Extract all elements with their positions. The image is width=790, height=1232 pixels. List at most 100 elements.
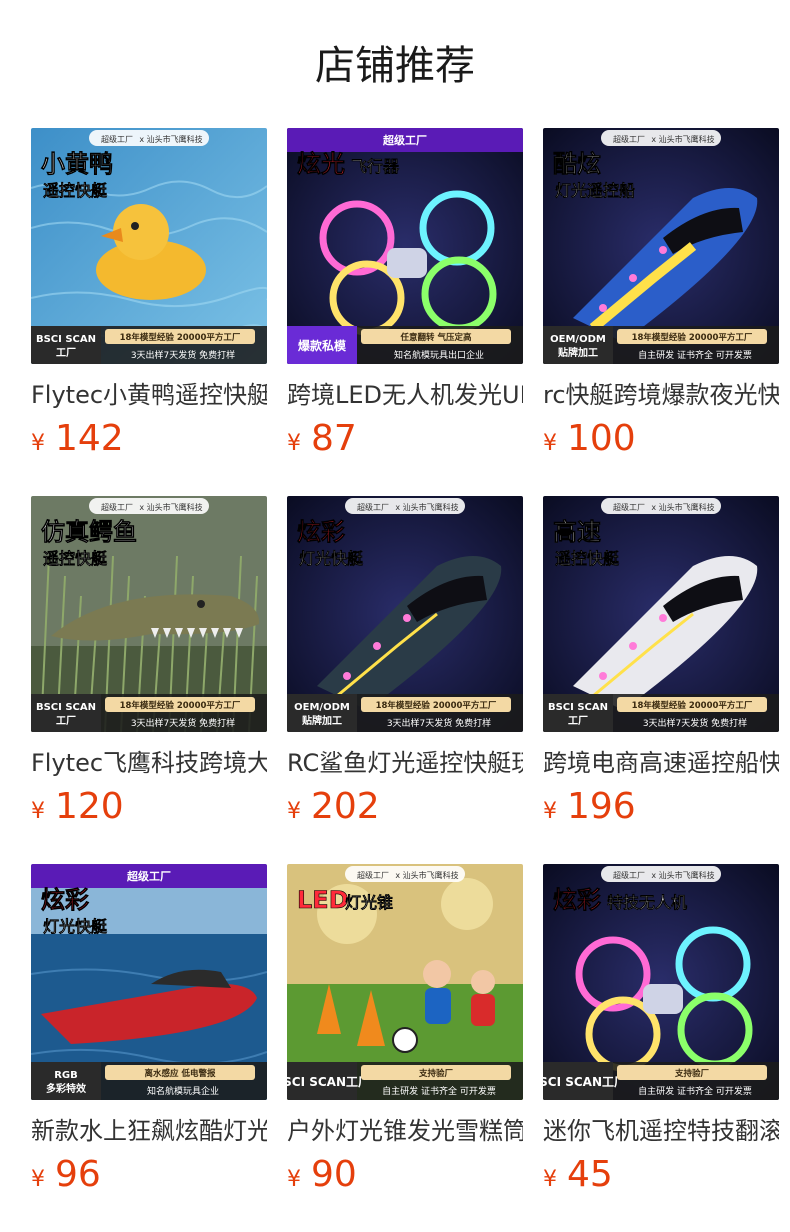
badge-line1: 18年模型经验 20000平方工厂 [120, 700, 241, 711]
left-badge-line2: 贴牌加工 [557, 346, 598, 359]
currency-symbol: ¥ [543, 431, 557, 456]
badge-line2: 3天出样7天发货 免费打样 [387, 717, 491, 729]
badge-line1: 支持验厂 [674, 1068, 710, 1079]
left-badge-line2: 工厂 [56, 715, 76, 727]
partner-label: x 汕头市飞鹰科技 [651, 870, 714, 880]
product-image[interactable]: 超级工厂 x 汕头市飞鹰科技 炫彩 灯光快艇 OEM/ODM 贴牌加工 18年模… [287, 496, 523, 732]
banner-subtitle: 遥控快艇 [555, 549, 620, 568]
left-badge-line1: BSCI SCAN工厂 [287, 1075, 370, 1089]
currency-symbol: ¥ [543, 799, 557, 824]
brand-label: 超级工厂 [101, 134, 133, 144]
product-image[interactable]: 超级工厂 x 汕头市飞鹰科技 炫彩 特技无人机 BSCI SCAN工厂 支持验厂… [543, 864, 779, 1100]
product-image-art: 超级工厂 x 汕头市飞鹰科技 LED 灯光锥 BSCI SCAN工厂 支持验厂 … [287, 864, 523, 1100]
left-badge-line2: 工厂 [568, 715, 588, 727]
product-name[interactable]: 跨境电商高速遥控船快艇 [543, 746, 779, 780]
price-value: 120 [55, 786, 124, 827]
banner-title: 炫光 [297, 150, 345, 178]
product-price: ¥96 [31, 1154, 101, 1195]
partner-label: x 汕头市飞鹰科技 [651, 134, 714, 144]
page-title: 店铺推荐 [315, 43, 475, 89]
product-price: ¥87 [287, 418, 357, 459]
badge-line2: 自主研发 证书齐全 可开发票 [638, 1085, 752, 1097]
product-name[interactable]: RC鲨鱼灯光遥控快艇玩具 [287, 746, 523, 780]
banner-title: 炫彩 [41, 886, 89, 914]
left-badge-line1: BSCI SCAN工厂 [543, 1075, 626, 1089]
product-price: ¥100 [543, 418, 636, 459]
badge-line1: 18年模型经验 20000平方工厂 [120, 332, 241, 343]
banner-subtitle: 特技无人机 [607, 893, 687, 912]
product-image-art: 超级工厂 x 汕头市飞鹰科技 炫彩 灯光快艇 OEM/ODM 贴牌加工 18年模… [287, 496, 523, 732]
product-name[interactable]: 迷你飞机遥控特技翻滚无人机 [543, 1114, 779, 1148]
product-image[interactable]: 超级工厂 x 汕头市飞鹰科技 小黄鸭 遥控快艇 BSCI SCAN 工厂 18年… [31, 128, 267, 364]
badge-line2: 自主研发 证书齐全 可开发票 [638, 349, 752, 361]
brand-label: 超级工厂 [613, 870, 645, 880]
left-badge-line1: 爆款私模 [298, 338, 347, 353]
badge-line1: 任意翻转 气压定高 [400, 332, 472, 343]
price-value: 196 [567, 786, 636, 827]
currency-symbol: ¥ [287, 431, 301, 456]
banner-subtitle: 灯光遥控船 [555, 181, 635, 200]
banner-title: 炫彩 [553, 886, 601, 914]
partner-label: x 汕头市飞鹰科技 [139, 502, 202, 512]
product-name[interactable]: Flytec小黄鸭遥控快艇 [31, 378, 267, 412]
product-name[interactable]: 跨境LED无人机发光UFO [287, 378, 523, 412]
currency-symbol: ¥ [31, 799, 45, 824]
currency-symbol: ¥ [31, 431, 45, 456]
product-image[interactable]: 超级工厂 x 汕头市飞鹰科技 酷炫 灯光遥控船 OEM/ODM 贴牌加工 18年… [543, 128, 779, 364]
banner-title: LED [297, 886, 349, 914]
currency-symbol: ¥ [287, 799, 301, 824]
left-badge-line2: 工厂 [56, 347, 76, 359]
product-price: ¥120 [31, 786, 124, 827]
partner-label: x 汕头市飞鹰科技 [651, 502, 714, 512]
badge-line1: 支持验厂 [418, 1068, 454, 1079]
banner-subtitle: 灯光快艇 [43, 917, 108, 936]
banner-title: 小黄鸭 [41, 150, 113, 178]
badge-line1: 离水感应 低电警报 [145, 1068, 216, 1079]
price-value: 202 [311, 786, 380, 827]
product-name[interactable]: rc快艇跨境爆款夜光快艇 [543, 378, 779, 412]
product-image[interactable]: 超级工厂 x 汕头市飞鹰科技 仿真鳄鱼 遥控快艇 BSCI SCAN 工厂 18… [31, 496, 267, 732]
product-price: ¥142 [31, 418, 124, 459]
banner-subtitle: 遥控快艇 [43, 181, 108, 200]
left-badge-line1: RGB [54, 1070, 78, 1081]
banner-subtitle: 灯光快艇 [299, 549, 364, 568]
product-price: ¥196 [543, 786, 636, 827]
product-image[interactable]: 超级工厂 炫彩 灯光快艇 RGB 多彩特效 离水感应 低电警报 知名航模玩具企业 [31, 864, 267, 1100]
badge-line1: 18年模型经验 20000平方工厂 [632, 332, 753, 343]
product-image[interactable]: 超级工厂 x 汕头市飞鹰科技 高速 遥控快艇 BSCI SCAN 工厂 18年模… [543, 496, 779, 732]
left-badge-line1: OEM/ODM [294, 702, 350, 713]
product-image[interactable]: 超级工厂 x 汕头市飞鹰科技 LED 灯光锥 BSCI SCAN工厂 支持验厂 … [287, 864, 523, 1100]
banner-subtitle: 灯光锥 [345, 893, 393, 912]
product-image-art: 超级工厂 炫彩 灯光快艇 RGB 多彩特效 离水感应 低电警报 知名航模玩具企业 [31, 864, 267, 1100]
product-image-art: 超级工厂 x 汕头市飞鹰科技 小黄鸭 遥控快艇 BSCI SCAN 工厂 18年… [31, 128, 267, 364]
partner-label: x 汕头市飞鹰科技 [395, 502, 458, 512]
banner-subtitle: 飞行器 [351, 157, 400, 176]
currency-symbol: ¥ [543, 1167, 557, 1192]
badge-line2: 3天出样7天发货 免费打样 [131, 349, 235, 361]
left-badge-line2: 多彩特效 [46, 1082, 87, 1095]
banner-subtitle: 遥控快艇 [43, 549, 108, 568]
banner-title: 炫彩 [297, 518, 345, 546]
product-price: ¥45 [543, 1154, 613, 1195]
product-image-art: 超级工厂 x 汕头市飞鹰科技 仿真鳄鱼 遥控快艇 BSCI SCAN 工厂 18… [31, 496, 267, 732]
badge-line1: 18年模型经验 20000平方工厂 [376, 700, 497, 711]
badge-line2: 自主研发 证书齐全 可开发票 [382, 1085, 496, 1097]
product-price: ¥90 [287, 1154, 357, 1195]
banner-title: 高速 [553, 518, 601, 546]
price-value: 142 [55, 418, 124, 459]
banner-title: 仿真鳄鱼 [41, 518, 137, 546]
badge-line2: 3天出样7天发货 免费打样 [643, 717, 747, 729]
product-image-art: 超级工厂 x 汕头市飞鹰科技 酷炫 灯光遥控船 OEM/ODM 贴牌加工 18年… [543, 128, 779, 364]
badge-line2: 3天出样7天发货 免费打样 [131, 717, 235, 729]
product-name[interactable]: Flytec飞鹰科技跨境大鳄鱼 [31, 746, 267, 780]
currency-symbol: ¥ [287, 1167, 301, 1192]
product-name[interactable]: 户外灯光锥发光雪糕筒 [287, 1114, 523, 1148]
brand-label: 超级工厂 [101, 502, 133, 512]
product-image[interactable]: 超级工厂 炫光 飞行器 爆款私模 任意翻转 气压定高 知名航模玩具出口企业 [287, 128, 523, 364]
partner-label: x 汕头市飞鹰科技 [139, 134, 202, 144]
product-name[interactable]: 新款水上狂飙炫酷灯光快艇 [31, 1114, 267, 1148]
left-badge-line1: BSCI SCAN [36, 334, 96, 345]
badge-line2: 知名航模玩具企业 [147, 1085, 219, 1097]
brand-label: 超级工厂 [613, 502, 645, 512]
price-value: 90 [311, 1154, 357, 1195]
